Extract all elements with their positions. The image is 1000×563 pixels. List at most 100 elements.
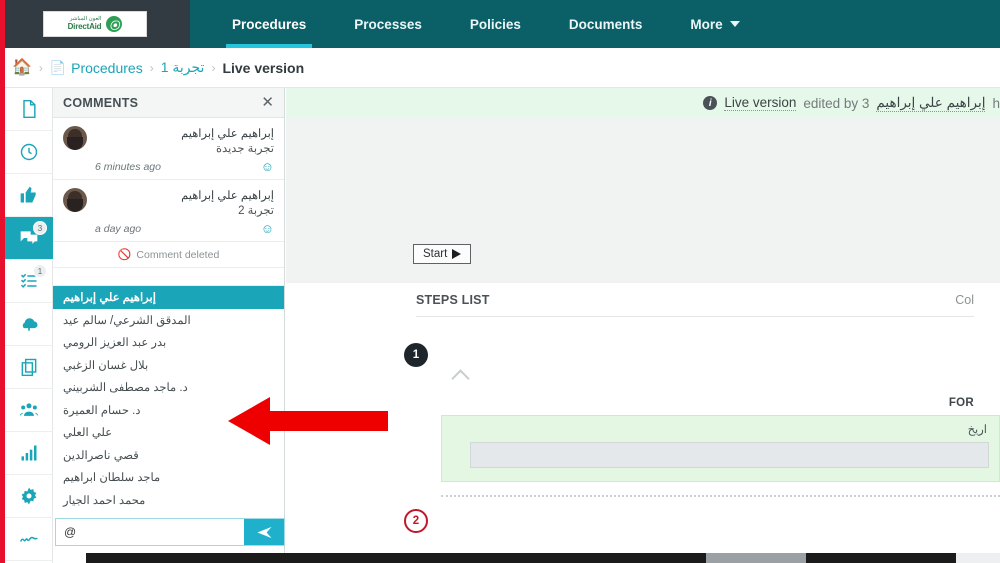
comment-input[interactable] bbox=[56, 519, 244, 545]
nav-item-processes[interactable]: Processes bbox=[330, 0, 446, 48]
smiley-icon[interactable]: ☺ bbox=[261, 160, 274, 173]
rail-item-signature[interactable] bbox=[5, 518, 53, 561]
breadcrumb-item-tajriba[interactable]: تجربة 1 bbox=[161, 59, 205, 76]
scrollbar-track-left bbox=[86, 553, 706, 563]
comments-badge: 3 bbox=[33, 221, 47, 235]
scrollbar-thumb[interactable] bbox=[706, 553, 806, 563]
app-root: العون المباشر DirectAid ⦿ Procedures Pro… bbox=[0, 0, 1000, 563]
play-icon bbox=[452, 249, 462, 259]
comment-timestamp: 6 minutes ago bbox=[95, 160, 161, 173]
rail-item-upload[interactable] bbox=[5, 303, 53, 346]
live-banner-user: إبراهيم علي إبراهيم bbox=[876, 94, 986, 112]
live-banner-normal: edited by 3 bbox=[803, 95, 870, 111]
chevron-up-icon[interactable] bbox=[451, 369, 470, 388]
mention-item-5[interactable]: د. حسام العميرة bbox=[53, 399, 284, 422]
signature-icon bbox=[19, 536, 38, 542]
rail-item-document[interactable] bbox=[5, 88, 53, 131]
comment-author: إبراهيم علي إبراهيم bbox=[181, 190, 274, 202]
avatar bbox=[63, 126, 87, 150]
chevron-down-icon bbox=[729, 21, 740, 27]
upload-cloud-icon bbox=[22, 318, 38, 331]
home-icon[interactable]: 🏠 bbox=[12, 59, 32, 76]
rail-item-users[interactable] bbox=[5, 389, 53, 432]
close-icon[interactable]: ✕ bbox=[261, 95, 274, 110]
mention-dropdown: إبراهيم علي إبراهيم المدقق الشرعي/ سالم … bbox=[53, 286, 284, 511]
top-navbar: العون المباشر DirectAid ⦿ Procedures Pro… bbox=[0, 0, 1000, 48]
mention-item-8[interactable]: ماجد سلطان ابراهيم bbox=[53, 466, 284, 489]
live-banner-inner: i Live version edited by 3 إبراهيم علي إ… bbox=[703, 95, 1000, 112]
comment-footer: a day ago ☺ bbox=[95, 222, 274, 235]
live-version-banner: i Live version edited by 3 إبراهيم علي إ… bbox=[286, 88, 1000, 118]
comment-author: إبراهيم علي إبراهيم bbox=[181, 128, 274, 140]
field-label: اريخ bbox=[967, 424, 987, 436]
mention-item-9[interactable]: محمد احمد الجيار bbox=[53, 489, 284, 512]
mention-item-1[interactable]: المدقق الشرعي/ سالم عيد bbox=[53, 309, 284, 332]
main-content: i Live version edited by 3 إبراهيم علي إ… bbox=[286, 88, 1000, 563]
left-icon-rail: 3 1 bbox=[5, 88, 53, 563]
rail-item-comments[interactable]: 3 bbox=[5, 217, 53, 260]
leaf-icon: ⦿ bbox=[106, 16, 123, 32]
step-divider-1 bbox=[441, 495, 1000, 497]
comment-body: إبراهيم علي إبراهيم تجربة 2 a day ago ☺ bbox=[95, 188, 274, 235]
rail-item-thumbs-up[interactable] bbox=[5, 174, 53, 217]
date-field[interactable] bbox=[470, 442, 989, 468]
rail-item-chart[interactable] bbox=[5, 432, 53, 475]
mention-item-2[interactable]: بدر عبد العزيز الرومي bbox=[53, 331, 284, 354]
mention-item-7[interactable]: قصي ناصرالدين bbox=[53, 444, 284, 467]
mention-item-0[interactable]: إبراهيم علي إبراهيم bbox=[53, 286, 284, 309]
logo-text: العون المباشر DirectAid bbox=[68, 17, 102, 31]
step-form-card: اريخ bbox=[441, 415, 1000, 482]
nav-label-procedures: Procedures bbox=[232, 16, 307, 32]
start-node-label: Start bbox=[423, 248, 448, 260]
breadcrumb-item-procedures[interactable]: 📄 Procedures bbox=[50, 60, 143, 76]
comment-text: تجربة 2 bbox=[238, 205, 274, 217]
start-node[interactable]: Start bbox=[413, 244, 472, 264]
step-number-1[interactable]: 1 bbox=[404, 343, 428, 367]
breadcrumb-separator: › bbox=[38, 60, 43, 75]
live-banner-truncated: h bbox=[992, 95, 1000, 111]
nav-label-policies: Policies bbox=[469, 16, 521, 32]
nav-item-procedures[interactable]: Procedures bbox=[208, 0, 330, 48]
rail-item-copy[interactable] bbox=[5, 346, 53, 389]
info-icon: i bbox=[703, 96, 718, 110]
page-left-border bbox=[0, 0, 5, 563]
gear-icon bbox=[21, 487, 37, 505]
mention-item-6[interactable]: علي العلي bbox=[53, 421, 284, 444]
rail-item-checklist[interactable]: 1 bbox=[5, 260, 53, 303]
send-button[interactable] bbox=[244, 519, 284, 545]
rail-item-settings[interactable] bbox=[5, 475, 53, 518]
smiley-icon[interactable]: ☺ bbox=[261, 222, 274, 235]
directaid-logo[interactable]: العون المباشر DirectAid ⦿ bbox=[43, 11, 147, 37]
document-icon: 📄 bbox=[49, 59, 67, 75]
nav-item-policies[interactable]: Policies bbox=[446, 0, 545, 48]
copy-icon bbox=[21, 358, 37, 377]
breadcrumb-separator-3: › bbox=[211, 60, 216, 75]
horizontal-scrollbar[interactable] bbox=[86, 553, 1000, 563]
nav-item-more[interactable]: More bbox=[666, 0, 763, 48]
breadcrumb-item-live-version: Live version bbox=[222, 59, 305, 76]
comments-panel-header: COMMENTS ✕ bbox=[53, 88, 284, 118]
mention-item-4[interactable]: د. ماجد مصطفى الشربيني bbox=[53, 376, 284, 399]
nav-item-documents[interactable]: Documents bbox=[545, 0, 667, 48]
rail-item-history[interactable] bbox=[5, 131, 53, 174]
breadcrumb: 🏠 › 📄 Procedures › تجربة 1 › Live versio… bbox=[0, 48, 1000, 88]
panel-spacer bbox=[53, 268, 284, 286]
checklist-badge: 1 bbox=[33, 264, 47, 278]
comment-deleted-row: 🚫 Comment deleted bbox=[53, 242, 284, 268]
logo-zone[interactable]: العون المباشر DirectAid ⦿ bbox=[0, 0, 190, 48]
send-paper-plane-icon bbox=[256, 526, 272, 538]
nav-menu: Procedures Processes Policies Documents … bbox=[190, 0, 1000, 48]
comments-panel: COMMENTS ✕ إبراهيم علي إبراهيم تجربة جدي… bbox=[53, 88, 285, 563]
steps-list-title: STEPS LIST bbox=[416, 292, 490, 307]
form-label: FOR bbox=[948, 397, 974, 409]
comments-panel-title: COMMENTS bbox=[63, 95, 139, 110]
step-number-2[interactable]: 2 bbox=[404, 509, 428, 533]
avatar bbox=[63, 188, 87, 212]
mention-item-3[interactable]: بلال غسان الزغبي bbox=[53, 354, 284, 377]
comment-timestamp: a day ago bbox=[95, 222, 142, 235]
ban-icon: 🚫 bbox=[117, 249, 132, 261]
steps-section: STEPS LIST Col 1 FOR اريخ 2 bbox=[286, 283, 1000, 563]
nav-label-processes: Processes bbox=[354, 16, 422, 32]
nav-label-more: More bbox=[690, 16, 723, 32]
comment-composer bbox=[55, 518, 285, 546]
